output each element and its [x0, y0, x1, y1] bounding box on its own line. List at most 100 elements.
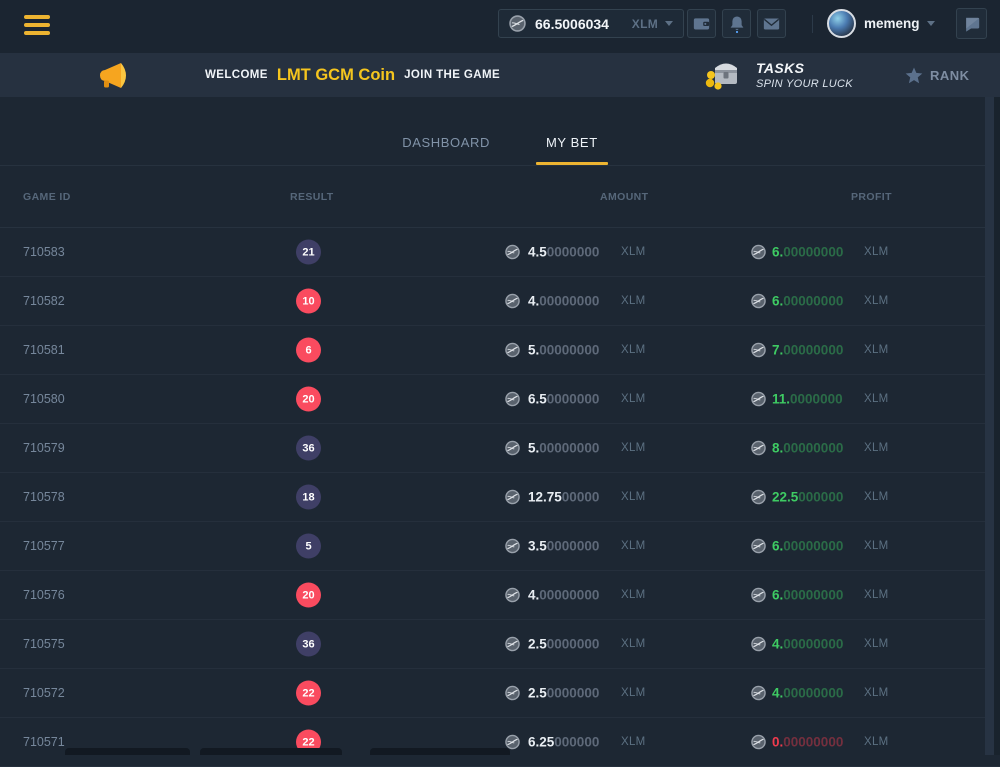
profit-currency: XLM	[864, 393, 889, 405]
amount-currency: XLM	[621, 736, 646, 748]
table-row[interactable]: 710582 10 4.00000000 XLM 6.00000000 XLM	[0, 277, 1000, 326]
join-label: JOIN THE GAME	[404, 69, 500, 81]
tasks-widget[interactable]: TASKS SPIN YOUR LUCK	[703, 56, 853, 96]
profit-value: 11.0000000	[772, 392, 843, 407]
table-row[interactable]: 710576 20 4.00000000 XLM 6.00000000 XLM	[0, 571, 1000, 620]
coin-name: LMT GCM Coin	[277, 66, 395, 85]
stellar-coin-icon	[751, 735, 766, 750]
chat-panel-button[interactable]	[956, 8, 987, 39]
game-id: 710577	[23, 539, 65, 553]
profit-currency: XLM	[864, 344, 889, 356]
top-bar: 66.5006034 XLM memeng	[0, 0, 1000, 53]
table-row[interactable]: 710572 22 2.50000000 XLM 4.00000000 XLM	[0, 669, 1000, 718]
stellar-coin-icon	[751, 441, 766, 456]
stellar-coin-icon	[751, 245, 766, 260]
table-row[interactable]: 710571 22 6.25000000 XLM 0.00000000 XLM	[0, 718, 1000, 767]
scrollbar[interactable]	[985, 97, 994, 755]
amount-currency: XLM	[621, 540, 646, 552]
table-row[interactable]: 710575 36 2.50000000 XLM 4.00000000 XLM	[0, 620, 1000, 669]
stellar-coin-icon	[751, 539, 766, 554]
messages-button[interactable]	[757, 9, 786, 38]
amount-currency: XLM	[621, 687, 646, 699]
amount-currency: XLM	[621, 491, 646, 503]
stellar-coin-icon	[751, 294, 766, 309]
stellar-coin-icon	[505, 686, 520, 701]
table-row[interactable]: 710578 18 12.7500000 XLM 22.5000000 XLM	[0, 473, 1000, 522]
stellar-coin-icon	[751, 392, 766, 407]
stellar-coin-icon	[509, 15, 526, 32]
profit-currency: XLM	[864, 491, 889, 503]
profit-currency: XLM	[864, 736, 889, 748]
result-badge: 22	[296, 681, 321, 706]
bet-table-header: GAME ID RESULT AMOUNT PROFIT	[0, 166, 1000, 228]
table-row[interactable]: 710581 6 5.00000000 XLM 7.00000000 XLM	[0, 326, 1000, 375]
table-row[interactable]: 710579 36 5.00000000 XLM 8.00000000 XLM	[0, 424, 1000, 473]
profit-value: 22.5000000	[772, 490, 843, 505]
megaphone-icon	[95, 61, 131, 90]
column-amount: AMOUNT	[600, 191, 648, 203]
notifications-button[interactable]	[722, 9, 751, 38]
profit-currency: XLM	[864, 687, 889, 699]
menu-icon[interactable]	[24, 15, 50, 35]
result-badge: 5	[296, 534, 321, 559]
amount-value: 3.50000000	[528, 539, 599, 554]
chevron-down-icon	[665, 21, 673, 26]
amount-value: 12.7500000	[528, 490, 599, 505]
profit-value: 6.00000000	[772, 588, 843, 603]
wallet-icon	[693, 16, 710, 31]
table-row[interactable]: 710577 5 3.50000000 XLM 6.00000000 XLM	[0, 522, 1000, 571]
tab-dashboard[interactable]: DASHBOARD	[392, 135, 500, 165]
amount-currency: XLM	[621, 393, 646, 405]
amount-value: 5.00000000	[528, 343, 599, 358]
profit-currency: XLM	[864, 246, 889, 258]
table-row[interactable]: 710583 21 4.50000000 XLM 6.00000000 XLM	[0, 228, 1000, 277]
profit-value: 0.00000000	[772, 735, 843, 750]
profit-currency: XLM	[864, 295, 889, 307]
wallet-button[interactable]	[687, 9, 716, 38]
profit-currency: XLM	[864, 540, 889, 552]
stellar-coin-icon	[505, 294, 520, 309]
game-id: 710578	[23, 490, 65, 504]
banner-text: WELCOME LMT GCM Coin JOIN THE GAME	[205, 53, 500, 97]
result-badge: 20	[296, 583, 321, 608]
user-menu[interactable]: memeng	[827, 9, 935, 38]
game-id: 710579	[23, 441, 65, 455]
username: memeng	[864, 16, 920, 31]
profit-value: 4.00000000	[772, 686, 843, 701]
avatar	[827, 9, 856, 38]
stellar-coin-icon	[751, 343, 766, 358]
welcome-banner: WELCOME LMT GCM Coin JOIN THE GAME TASKS…	[0, 53, 1000, 97]
result-badge: 20	[296, 387, 321, 412]
profit-currency: XLM	[864, 589, 889, 601]
stellar-coin-icon	[751, 588, 766, 603]
rank-widget[interactable]: RANK	[905, 53, 970, 97]
welcome-label: WELCOME	[205, 69, 268, 81]
game-id: 710580	[23, 392, 65, 406]
game-id: 710576	[23, 588, 65, 602]
profit-value: 6.00000000	[772, 294, 843, 309]
tab-my-bet[interactable]: MY BET	[536, 135, 608, 165]
footer-card-stub	[370, 748, 510, 755]
divider	[812, 15, 813, 33]
tab-bar: DASHBOARD MY BET	[0, 97, 1000, 166]
scrollbar-track	[994, 97, 1000, 755]
amount-value: 4.00000000	[528, 294, 599, 309]
tasks-title: TASKS	[756, 60, 853, 78]
column-game-id: GAME ID	[23, 191, 71, 203]
profit-value: 6.00000000	[772, 245, 843, 260]
balance-selector[interactable]: 66.5006034 XLM	[498, 9, 684, 38]
column-profit: PROFIT	[851, 191, 892, 203]
table-row[interactable]: 710580 20 6.50000000 XLM 11.0000000 XLM	[0, 375, 1000, 424]
amount-currency: XLM	[621, 442, 646, 454]
profit-value: 4.00000000	[772, 637, 843, 652]
stellar-coin-icon	[505, 539, 520, 554]
chevron-down-icon	[927, 21, 935, 26]
chat-icon	[963, 15, 981, 33]
amount-value: 6.25000000	[528, 735, 599, 750]
amount-currency: XLM	[621, 344, 646, 356]
game-id: 710583	[23, 245, 65, 259]
stellar-coin-icon	[505, 343, 520, 358]
stellar-coin-icon	[505, 588, 520, 603]
stellar-coin-icon	[505, 392, 520, 407]
amount-value: 2.50000000	[528, 686, 599, 701]
